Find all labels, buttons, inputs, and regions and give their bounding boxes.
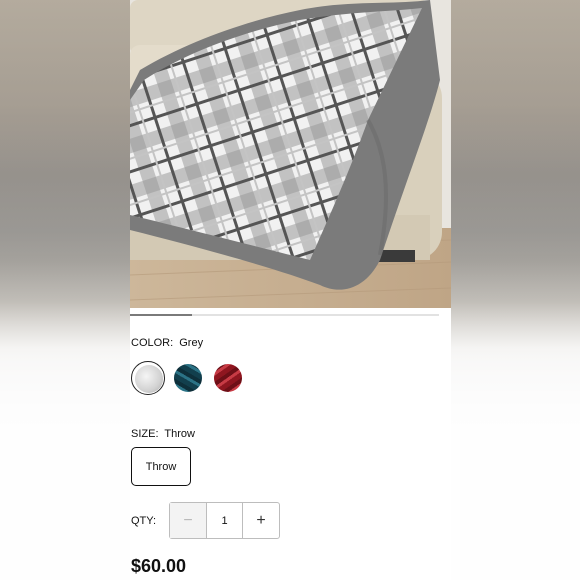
gallery-progress-track (130, 314, 439, 316)
color-label-row: COLOR: Grey (131, 337, 203, 349)
color-label: COLOR: (131, 337, 174, 349)
size-option-throw[interactable]: Throw (131, 447, 191, 486)
swatch-red-fill (214, 364, 242, 392)
swatch-red[interactable] (211, 361, 245, 395)
increment-button[interactable]: + (242, 503, 279, 538)
size-label: SIZE: (131, 428, 159, 440)
qty-label: QTY: (131, 515, 157, 527)
swatch-teal[interactable] (171, 361, 205, 395)
size-selected-value: Throw (164, 428, 195, 440)
product-panel: COLOR: Grey SIZE: Throw Throw QTY: − 1 +… (130, 0, 451, 580)
blanket-photo (130, 0, 451, 308)
size-label-row: SIZE: Throw (131, 428, 195, 440)
quantity-stepper: − 1 + (169, 502, 280, 539)
price: $60.00 (131, 556, 187, 576)
quantity-value[interactable]: 1 (207, 503, 242, 538)
swatch-grey[interactable] (131, 361, 165, 395)
swatch-teal-fill (174, 364, 202, 392)
decrement-button[interactable]: − (170, 503, 207, 538)
swatch-grey-fill (135, 365, 163, 393)
gallery-progress-fill (130, 314, 192, 316)
color-selected-value: Grey (179, 337, 204, 349)
product-image[interactable] (130, 0, 451, 308)
